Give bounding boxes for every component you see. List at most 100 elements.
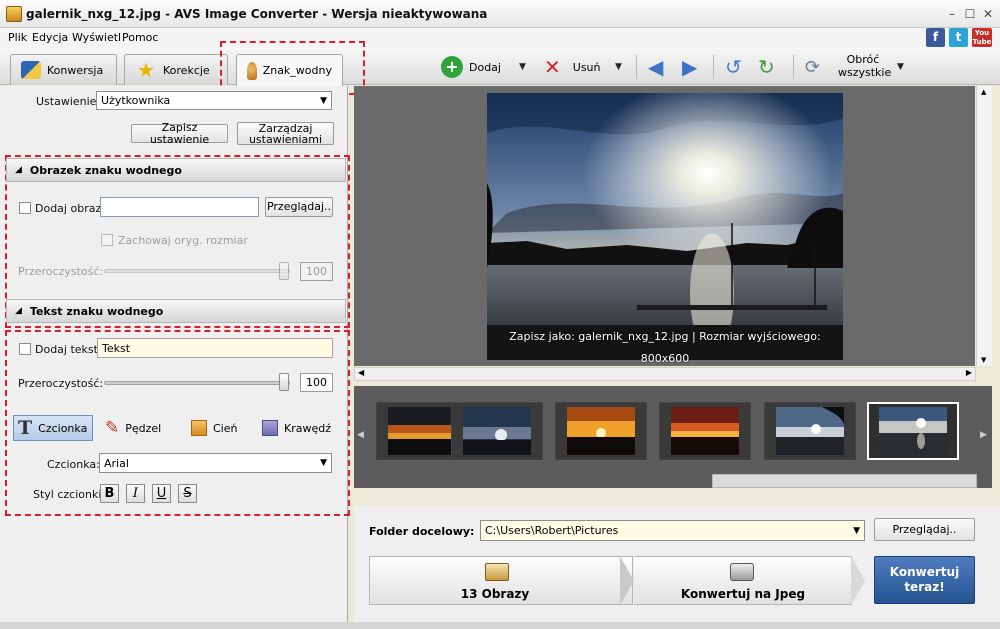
output-folder-select[interactable]: C:\Users\Robert\Pictures ▼	[480, 520, 865, 541]
rotate-right-icon[interactable]: ↻	[758, 55, 775, 79]
text-section-header[interactable]: ◢ Tekst znaku wodnego	[6, 299, 346, 323]
collapse-icon: ◢	[15, 165, 22, 175]
toolbar-separator	[636, 55, 637, 79]
tab-konwersja[interactable]: Konwersja	[10, 54, 117, 85]
remove-button[interactable]: ✕ Usuń	[544, 55, 601, 79]
convert-now-button[interactable]: Konwertuj teraz!	[874, 556, 975, 604]
add-dropdown-icon[interactable]: ▼	[519, 55, 526, 79]
remove-dropdown-icon[interactable]: ▼	[615, 55, 622, 79]
add-button[interactable]: + Dodaj	[441, 55, 501, 79]
chevron-down-icon: ▼	[853, 525, 860, 536]
image-section-header[interactable]: ◢ Obrazek znaku wodnego	[6, 158, 346, 182]
thumbnail-scrollbar[interactable]	[712, 474, 977, 488]
menu-wyswietl[interactable]: Wyświetl	[72, 31, 121, 44]
font-value: Arial	[104, 456, 129, 470]
scroll-up-icon[interactable]: ▲	[981, 88, 986, 96]
add-image-label: Dodaj obraz	[35, 202, 102, 215]
plus-icon: +	[441, 56, 463, 78]
facebook-icon[interactable]: f	[926, 28, 945, 47]
preview-vertical-scrollbar[interactable]: ▲ ▼	[976, 86, 992, 366]
keep-size-label: Zachowaj oryg. rozmiar	[118, 234, 248, 247]
youtube-icon[interactable]: You Tube	[972, 28, 992, 47]
save-settings-button[interactable]: Zapisz ustawienie	[131, 121, 228, 145]
settings-select[interactable]: Użytkownika ▼	[96, 91, 332, 110]
strip-left-arrow-icon[interactable]: ◀	[357, 430, 364, 440]
tool-shadow[interactable]: Cień	[191, 415, 237, 441]
thumbnail-3[interactable]	[555, 402, 647, 460]
twitter-icon[interactable]: t	[949, 28, 968, 47]
next-arrow-icon[interactable]: ▶	[682, 55, 697, 79]
italic-button[interactable]: I	[126, 484, 145, 503]
images-icon	[485, 563, 509, 581]
tool-brush[interactable]: ✎ Pędzel	[105, 415, 161, 441]
strikethrough-button[interactable]: S	[178, 484, 197, 503]
thumbnail-6-selected[interactable]	[867, 402, 959, 460]
image-path-input[interactable]	[100, 197, 259, 217]
scroll-left-icon[interactable]: ◀	[358, 368, 364, 377]
toolbar-separator	[713, 55, 714, 79]
maximize-icon[interactable]: ☐	[962, 6, 978, 22]
rotate-all-label: wszystkie	[838, 66, 892, 79]
brush-icon: ✎	[105, 418, 120, 438]
preview-image	[487, 93, 843, 360]
text-opacity-label: Przeroczystość:	[18, 377, 104, 390]
step-arrow	[851, 556, 865, 605]
rotate-all-button[interactable]: Obróć wszystkie	[838, 53, 892, 79]
image-opacity-value[interactable]: 100	[300, 262, 333, 281]
scroll-down-icon[interactable]: ▼	[981, 356, 986, 364]
font-style-label: Styl czcionki:	[33, 488, 106, 501]
toolbar-separator	[793, 55, 794, 79]
tool-label: Cień	[213, 421, 238, 435]
tool-font[interactable]: T Czcionka	[13, 415, 93, 441]
menu-plik[interactable]: Plik	[8, 31, 27, 44]
keep-size-checkbox[interactable]	[101, 234, 113, 246]
add-label: Dodaj	[469, 60, 501, 74]
menu-pomoc[interactable]: Pomoc	[122, 31, 158, 44]
collapse-icon: ◢	[15, 306, 22, 316]
menu-edycja[interactable]: Edycja	[32, 31, 68, 44]
add-text-label: Dodaj tekst:	[35, 343, 102, 356]
bold-button[interactable]: B	[100, 484, 119, 503]
image-opacity-thumb[interactable]	[279, 262, 289, 280]
rotate-all-icon[interactable]: ⟳	[805, 55, 820, 79]
output-folder-value: C:\Users\Robert\Pictures	[485, 524, 619, 537]
strip-right-arrow-icon[interactable]: ▶	[980, 430, 987, 440]
image-browse-button[interactable]: Przeglądaj..	[265, 197, 333, 217]
minimize-icon[interactable]: –	[944, 6, 960, 22]
watermark-text-input[interactable]: Tekst	[97, 338, 333, 358]
tool-border[interactable]: Krawędź	[262, 415, 331, 441]
image-opacity-slider[interactable]	[104, 269, 290, 273]
rotate-left-icon[interactable]: ↺	[725, 55, 742, 79]
tab-korekcje[interactable]: ★ Korekcje	[124, 54, 228, 85]
previous-arrow-icon[interactable]: ◀	[648, 55, 663, 79]
text-opacity-slider[interactable]	[104, 381, 290, 385]
text-opacity-thumb[interactable]	[279, 373, 289, 391]
rotate-all-dropdown-icon[interactable]: ▼	[897, 55, 904, 79]
thumbnail-4[interactable]	[659, 402, 751, 460]
font-tool-icon: T	[18, 417, 33, 439]
text-opacity-value[interactable]: 100	[300, 373, 333, 392]
tab-label: Konwersja	[47, 63, 104, 77]
step-arrow	[620, 556, 634, 605]
status-bar	[0, 622, 1000, 629]
thumbnail-5[interactable]	[764, 402, 856, 460]
window-title: galernik_nxg_12.jpg - AVS Image Converte…	[26, 7, 488, 21]
scroll-right-icon[interactable]: ▶	[966, 368, 972, 377]
step-convert-format[interactable]: Konwertuj na Jpeg	[634, 556, 852, 605]
step-images[interactable]: 13 Obrazy	[369, 556, 633, 605]
section-title: Obrazek znaku wodnego	[29, 163, 182, 177]
image-opacity-label: Przeroczystość:	[18, 265, 104, 278]
thumbnail-2[interactable]	[451, 402, 543, 460]
add-text-checkbox[interactable]	[19, 343, 31, 355]
close-icon[interactable]: ✕	[980, 6, 996, 22]
output-browse-button[interactable]: Przeglądaj..	[874, 518, 975, 541]
add-image-checkbox[interactable]	[19, 202, 31, 214]
section-title: Tekst znaku wodnego	[29, 304, 164, 318]
preview-horizontal-scrollbar[interactable]: ◀ ▶	[354, 367, 976, 381]
shadow-icon	[191, 420, 207, 436]
camera-icon	[730, 563, 754, 581]
manage-settings-button[interactable]: Zarządzaj ustawieniami	[237, 122, 334, 145]
remove-label: Usuń	[572, 60, 601, 74]
underline-button[interactable]: U	[152, 484, 171, 503]
font-select[interactable]: Arial ▼	[99, 453, 332, 473]
